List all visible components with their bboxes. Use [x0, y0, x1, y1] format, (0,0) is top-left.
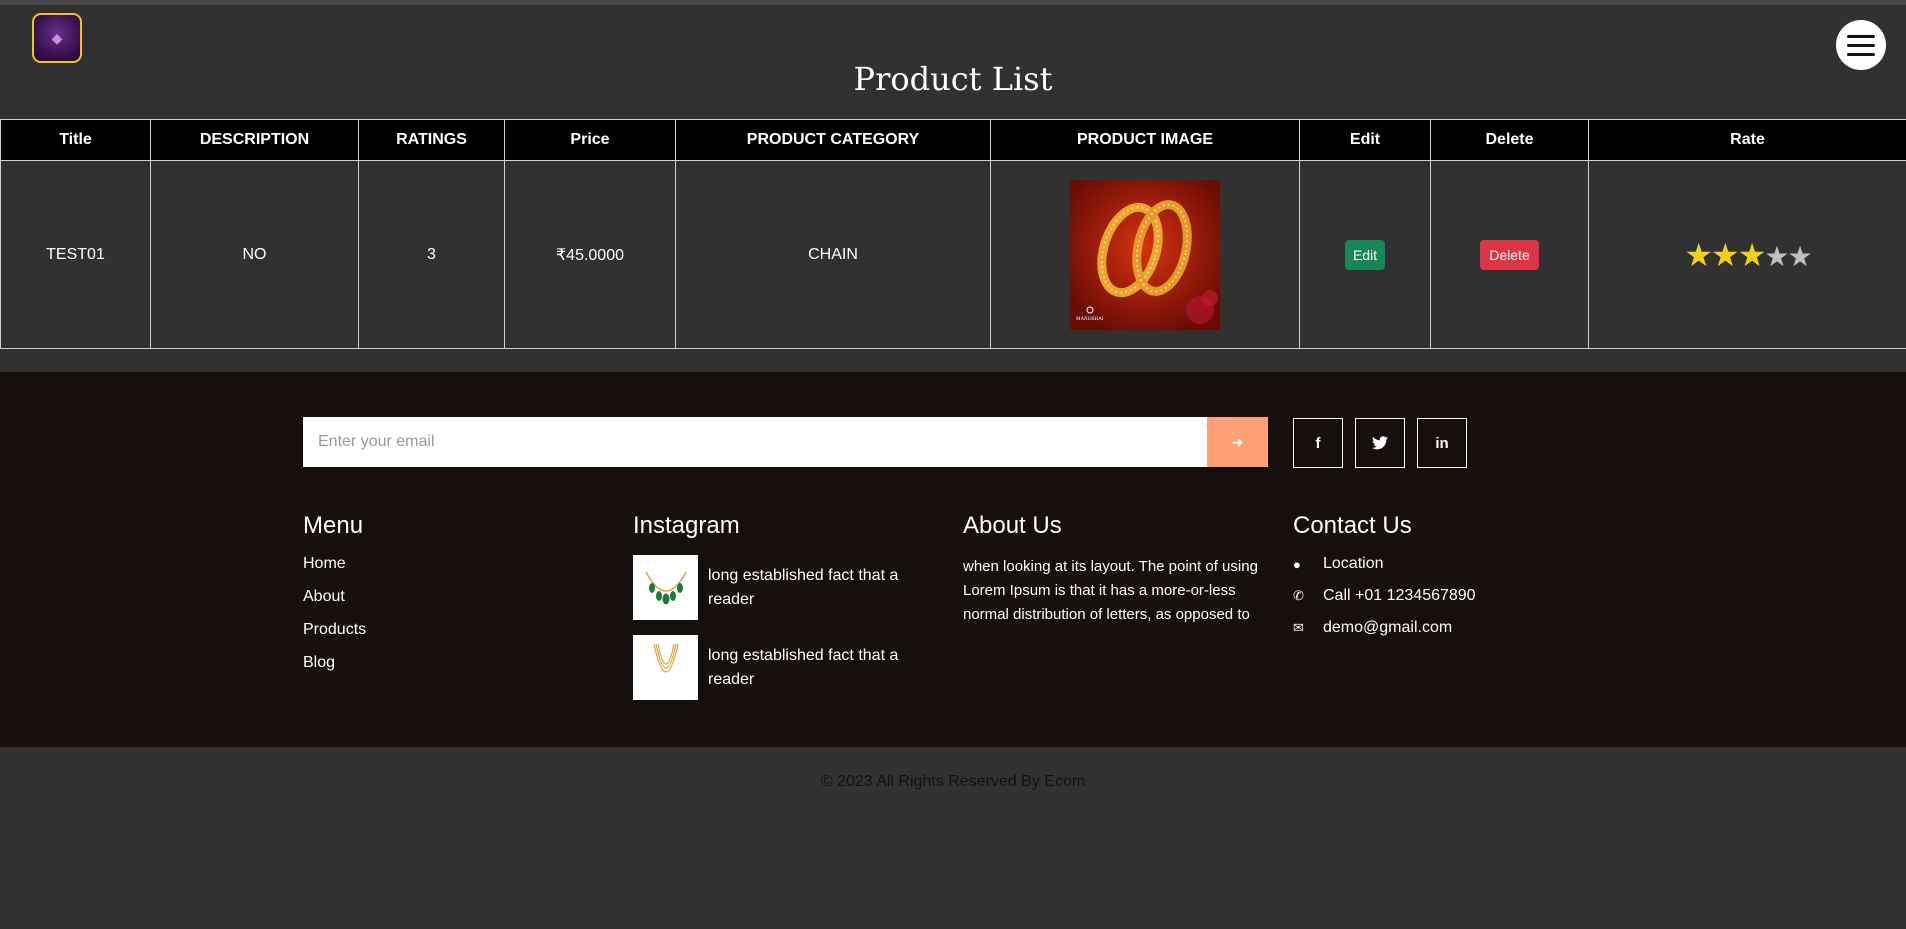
emerald-necklace-thumbnail [633, 555, 698, 620]
footer-menu-column: Menu Home About Products Blog [303, 512, 366, 687]
cell-edit: Edit [1299, 160, 1431, 349]
gold-chain-thumbnail [633, 635, 698, 700]
star-rating[interactable]: ★★★★★ [1684, 237, 1813, 273]
instagram-post[interactable]: long established fact that a reader [633, 635, 908, 700]
edit-button[interactable]: Edit [1344, 239, 1386, 270]
cell-ratings: 3 [358, 160, 505, 349]
footer-contact-column: Contact Us ● Location ✆ Call +01 1234567… [1293, 512, 1476, 651]
twitter-link[interactable] [1355, 418, 1405, 468]
footer-link-products[interactable]: Products [303, 621, 366, 639]
column-header-description: DESCRIPTION [150, 119, 359, 161]
cell-rate: ★★★★★ [1588, 160, 1906, 349]
gold-bangles-image [1070, 179, 1220, 330]
about-text: when looking at its layout. The point of… [963, 558, 1258, 623]
column-header-image: PRODUCT IMAGE [990, 119, 1300, 161]
arrow-right-icon: ➜ [1231, 433, 1244, 450]
star-empty-icon[interactable]: ★ [1764, 241, 1789, 272]
cell-description: NO [150, 160, 359, 349]
facebook-link[interactable]: f [1293, 418, 1343, 468]
about-heading: About Us [963, 512, 1062, 539]
map-marker-icon: ● [1293, 556, 1301, 572]
site-logo[interactable]: ◆ [32, 13, 82, 63]
instagram-post-text: long established fact that a reader [708, 646, 899, 688]
phone-icon: ✆ [1293, 588, 1304, 603]
column-header-ratings: RATINGS [358, 119, 505, 161]
footer-link-home[interactable]: Home [303, 555, 366, 573]
instagram-post[interactable]: long established fact that a reader [633, 555, 908, 620]
gem-logo-icon: ◆ [51, 30, 63, 46]
column-header-delete: Delete [1430, 119, 1589, 161]
linkedin-link[interactable]: in [1417, 418, 1467, 468]
page-title: Product List [853, 60, 1053, 98]
star-filled-icon[interactable]: ★ [1711, 237, 1740, 273]
social-links: f in [1293, 418, 1467, 468]
cell-category: CHAIN [675, 160, 991, 349]
copyright-text: © 2023 All Rights Reserved By Ecom [820, 773, 1086, 790]
image-watermark: MANUBHAI [1076, 316, 1104, 322]
facebook-icon: f [1315, 434, 1321, 452]
cell-price: ₹45.0000 [504, 160, 676, 349]
contact-heading: Contact Us [1293, 512, 1412, 539]
email-input[interactable] [303, 417, 1207, 467]
instagram-post-text: long established fact that a reader [708, 566, 899, 608]
cell-delete: Delete [1430, 160, 1589, 349]
menu-heading: Menu [303, 512, 364, 539]
cell-image: MANUBHAI [990, 160, 1300, 349]
footer-instagram-column: Instagram long established fact that a r… [633, 512, 908, 715]
contact-phone[interactable]: ✆ Call +01 1234567890 [1293, 587, 1476, 605]
footer-link-about[interactable]: About [303, 588, 366, 606]
contact-location-text: Location [1323, 555, 1384, 572]
contact-location[interactable]: ● Location [1293, 555, 1476, 573]
envelope-icon: ✉ [1293, 620, 1304, 635]
linkedin-icon: in [1435, 434, 1449, 452]
top-border [0, 0, 1906, 5]
newsletter-form: ➜ [303, 417, 1268, 467]
column-header-title: Title [0, 119, 151, 161]
star-filled-icon[interactable]: ★ [1738, 237, 1767, 273]
cell-title: TEST01 [0, 160, 151, 349]
footer-about-column: About Us when looking at its layout. The… [963, 512, 1269, 627]
product-image: MANUBHAI [1070, 179, 1220, 330]
table-row: TEST01 NO 3 ₹45.0000 CHAIN MANUBHAI Edit… [0, 160, 1906, 349]
product-table: Title DESCRIPTION RATINGS Price PRODUCT … [0, 119, 1906, 349]
instagram-heading: Instagram [633, 512, 740, 539]
subscribe-button[interactable]: ➜ [1207, 417, 1268, 467]
table-header-row: Title DESCRIPTION RATINGS Price PRODUCT … [0, 119, 1906, 161]
column-header-edit: Edit [1299, 119, 1431, 161]
contact-phone-text: Call +01 1234567890 [1323, 587, 1476, 604]
column-header-rate: Rate [1588, 119, 1906, 161]
star-filled-icon[interactable]: ★ [1684, 237, 1713, 273]
column-header-category: PRODUCT CATEGORY [675, 119, 991, 161]
delete-button[interactable]: Delete [1480, 239, 1539, 270]
star-empty-icon[interactable]: ★ [1788, 241, 1813, 272]
contact-email[interactable]: ✉ demo@gmail.com [1293, 619, 1476, 637]
site-footer: ➜ f in Menu Home About Products Blog Ins… [0, 372, 1906, 747]
column-header-price: Price [504, 119, 676, 161]
footer-link-blog[interactable]: Blog [303, 654, 366, 672]
hamburger-icon [1847, 34, 1875, 38]
contact-email-text: demo@gmail.com [1323, 619, 1453, 636]
twitter-icon [1372, 436, 1388, 450]
